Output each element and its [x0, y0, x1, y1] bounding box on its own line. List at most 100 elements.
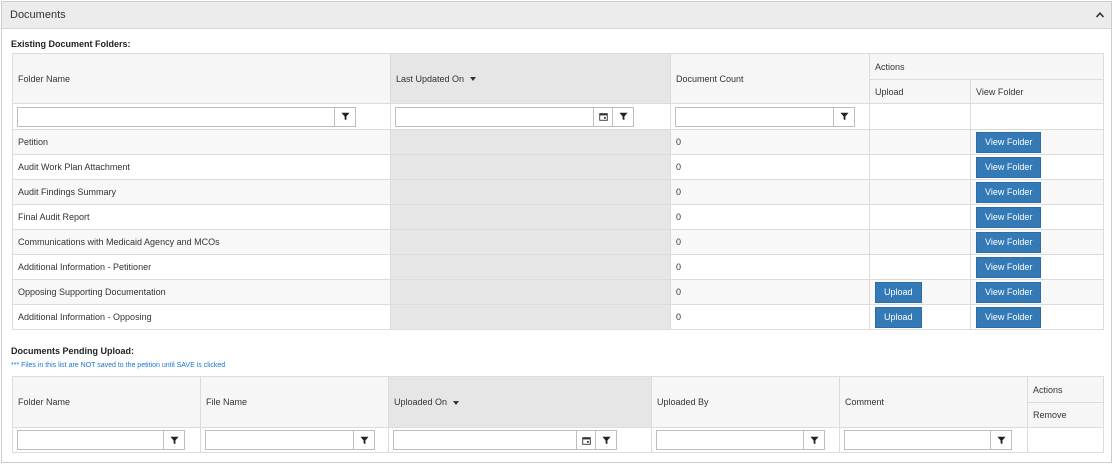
last-updated-cell [390, 179, 671, 205]
document-count-cell: 0 [670, 154, 870, 180]
view-folder-cell: View Folder [969, 279, 1105, 305]
upload-button[interactable]: Upload [875, 281, 922, 303]
folder-name-cell: Audit Findings Summary [12, 179, 391, 205]
filter-cell-uploaded-by [651, 427, 840, 453]
panel-header[interactable]: Documents [2, 2, 1111, 29]
document-count-cell: 0 [670, 204, 870, 230]
table-row: Additional Information - Opposing 0 Uplo… [12, 304, 1105, 330]
filter-icon[interactable] [163, 431, 184, 449]
filter-icon[interactable] [595, 431, 616, 449]
upload-cell [869, 179, 971, 205]
last-updated-cell [390, 204, 671, 230]
folder-name-cell: Petition [12, 129, 391, 155]
last-updated-cell [390, 154, 671, 180]
folder-name-cell: Additional Information - Petitioner [12, 254, 391, 280]
uploaded-by-filter [656, 430, 825, 450]
table-row: Communications with Medicaid Agency and … [12, 229, 1105, 255]
col-comment[interactable]: Comment [839, 376, 1028, 428]
folder-name-cell: Communications with Medicaid Agency and … [12, 229, 391, 255]
last-updated-cell [390, 229, 671, 255]
view-folder-button[interactable]: View Folder [976, 281, 1042, 303]
pending-folder-name-filter [17, 430, 185, 450]
view-folder-cell: View Folder [969, 154, 1105, 180]
col-actions: Actions [868, 53, 1105, 80]
col-document-count[interactable]: Document Count [670, 53, 870, 104]
view-folder-button[interactable]: View Folder [976, 206, 1042, 228]
chevron-up-icon[interactable] [1095, 10, 1105, 20]
filter-icon[interactable] [803, 431, 824, 449]
sort-descending-icon [453, 400, 460, 405]
filter-icon[interactable] [353, 431, 374, 449]
col-pending-folder-name[interactable]: Folder Name [12, 376, 201, 428]
col-remove: Remove [1027, 402, 1104, 428]
uploaded-on-filter-input[interactable] [394, 431, 576, 449]
table-row: Audit Work Plan Attachment 0 View Folder [12, 154, 1105, 180]
filter-icon[interactable] [334, 107, 355, 126]
folder-name-filter [17, 106, 356, 127]
pending-upload-table: Folder Name File Name Uploaded On Upload… [12, 376, 1104, 453]
comment-filter-input[interactable] [845, 431, 990, 449]
upload-cell [869, 129, 971, 155]
folder-name-filter-input[interactable] [18, 107, 334, 126]
document-count-cell: 0 [670, 129, 870, 155]
upload-cell [869, 254, 971, 280]
filter-cell-pending-folder-name [12, 427, 201, 453]
file-name-filter [205, 430, 375, 450]
document-count-cell: 0 [670, 304, 870, 330]
last-updated-cell [390, 279, 671, 305]
upload-cell [869, 229, 971, 255]
filter-cell-document-count [670, 103, 870, 130]
calendar-icon[interactable] [576, 431, 595, 449]
view-folder-cell: View Folder [969, 229, 1105, 255]
pending-folder-name-filter-input[interactable] [18, 431, 163, 449]
folder-name-cell: Audit Work Plan Attachment [12, 154, 391, 180]
col-uploaded-on-label: Uploaded On [394, 397, 448, 407]
filter-cell-last-updated [390, 103, 671, 130]
upload-button[interactable]: Upload [875, 306, 922, 328]
document-count-filter-input[interactable] [676, 107, 833, 126]
view-folder-button[interactable]: View Folder [976, 181, 1042, 203]
view-folder-button[interactable]: View Folder [976, 231, 1042, 253]
folder-name-cell: Final Audit Report [12, 204, 391, 230]
folder-name-cell: Opposing Supporting Documentation [12, 279, 391, 305]
col-uploaded-by[interactable]: Uploaded By [651, 376, 840, 428]
filter-icon[interactable] [833, 107, 854, 126]
last-updated-filter-input[interactable] [396, 107, 593, 126]
filter-icon[interactable] [990, 431, 1011, 449]
last-updated-cell [390, 129, 671, 155]
col-uploaded-on[interactable]: Uploaded On [388, 376, 652, 428]
table-row: Petition 0 View Folder [12, 129, 1105, 155]
document-count-cell: 0 [670, 254, 870, 280]
col-pending-actions: Actions [1027, 376, 1104, 403]
col-folder-name[interactable]: Folder Name [12, 53, 391, 104]
view-folder-button[interactable]: View Folder [976, 131, 1042, 153]
pending-upload-note: *** Files in this list are NOT saved to … [11, 362, 226, 369]
uploaded-on-filter [393, 430, 617, 450]
col-view-folder: View Folder [969, 79, 1105, 104]
upload-cell [869, 204, 971, 230]
col-last-updated[interactable]: Last Updated On [390, 53, 671, 104]
file-name-filter-input[interactable] [206, 431, 353, 449]
view-folder-button[interactable]: View Folder [976, 156, 1042, 178]
view-folder-button[interactable]: View Folder [976, 256, 1042, 278]
filter-icon[interactable] [612, 107, 633, 126]
upload-cell: Upload [869, 279, 971, 305]
last-updated-filter [395, 106, 634, 127]
table-row: Opposing Supporting Documentation 0 Uplo… [12, 279, 1105, 305]
col-file-name[interactable]: File Name [200, 376, 389, 428]
document-count-filter [675, 106, 855, 127]
uploaded-by-filter-input[interactable] [657, 431, 803, 449]
last-updated-cell [390, 254, 671, 280]
view-folder-cell: View Folder [969, 179, 1105, 205]
col-upload: Upload [869, 79, 971, 104]
filter-cell-file-name [200, 427, 389, 453]
folder-name-cell: Additional Information - Opposing [12, 304, 391, 330]
existing-folders-table: Folder Name Last Updated On Document Cou… [12, 53, 1105, 330]
filter-cell-view-folder [969, 103, 1105, 130]
document-count-cell: 0 [670, 229, 870, 255]
view-folder-cell: View Folder [969, 204, 1105, 230]
view-folder-button[interactable]: View Folder [976, 306, 1042, 328]
calendar-icon[interactable] [593, 107, 612, 126]
last-updated-cell [390, 304, 671, 330]
upload-cell [869, 154, 971, 180]
